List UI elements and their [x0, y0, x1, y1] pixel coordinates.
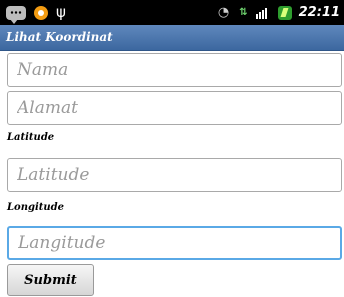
title-bar: Lihat Koordinat	[0, 25, 344, 51]
orange-notification-icon	[34, 5, 48, 20]
nama-input[interactable]	[17, 60, 341, 80]
longitude-input[interactable]	[18, 233, 340, 253]
alamat-input[interactable]	[17, 98, 341, 118]
status-bar: ψ ◔ ⇅ 22:11	[0, 0, 344, 25]
signal-bars-icon	[255, 7, 268, 19]
chat-icon	[6, 5, 26, 24]
latitude-label: Latitude	[7, 132, 55, 143]
latitude-field[interactable]	[7, 158, 342, 192]
latitude-input[interactable]	[17, 165, 341, 185]
usb-icon: ψ	[56, 3, 66, 21]
submit-button[interactable]: Submit	[7, 264, 94, 296]
longitude-field[interactable]	[7, 226, 342, 260]
network-activity-icon: ⇅	[239, 7, 248, 18]
page-title: Lihat Koordinat	[6, 30, 113, 44]
alamat-field[interactable]	[7, 91, 342, 125]
longitude-label: Longitude	[7, 202, 65, 213]
status-left-icons: ψ	[6, 3, 74, 24]
status-clock: 22:11	[298, 5, 340, 20]
battery-charging-icon	[277, 5, 292, 20]
nama-field[interactable]	[7, 53, 342, 87]
signal-wave-icon: ◔	[217, 5, 230, 20]
status-right-icons: ◔ ⇅ 22:11	[218, 3, 340, 22]
